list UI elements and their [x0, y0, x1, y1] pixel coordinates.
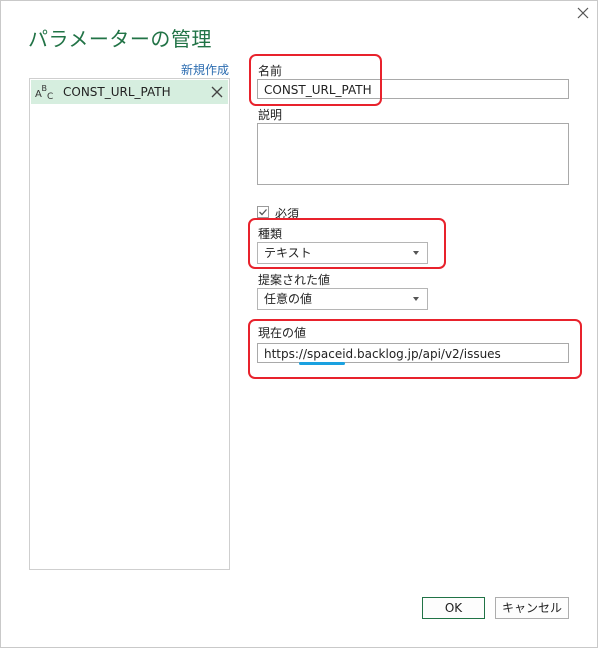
abc-icon: A B C: [35, 84, 53, 101]
type-select[interactable]: テキスト: [257, 242, 428, 264]
description-label: 説明: [258, 108, 283, 122]
close-icon[interactable]: [573, 3, 593, 23]
chevron-down-icon: [413, 251, 419, 255]
suggested-values-select-value: 任意の値: [264, 292, 313, 306]
current-value-input[interactable]: https://spaceid.backlog.jp/api/v2/issues: [257, 343, 569, 363]
ok-button[interactable]: OK: [422, 597, 485, 619]
name-label: 名前: [258, 64, 283, 78]
check-icon: [259, 209, 267, 216]
current-value-label: 現在の値: [258, 326, 307, 340]
type-select-value: テキスト: [264, 246, 312, 260]
manage-parameters-dialog: パラメーターの管理 新規作成 A B C CONST_URL_PATH 名前 C…: [0, 0, 598, 648]
suggested-values-select[interactable]: 任意の値: [257, 288, 428, 310]
required-checkbox[interactable]: [257, 206, 269, 218]
new-parameter-link[interactable]: 新規作成: [181, 61, 229, 78]
parameter-list: A B C CONST_URL_PATH: [29, 78, 230, 570]
list-item-label: CONST_URL_PATH: [63, 85, 171, 99]
name-input[interactable]: CONST_URL_PATH: [257, 79, 569, 99]
spellcheck-underline: [299, 362, 345, 365]
cancel-button[interactable]: キャンセル: [495, 597, 569, 619]
description-field[interactable]: [257, 123, 569, 185]
type-label: 種類: [258, 227, 283, 241]
dialog-title: パラメーターの管理: [28, 27, 212, 51]
svg-text:C: C: [47, 92, 53, 101]
delete-icon[interactable]: [211, 86, 223, 98]
suggested-values-label: 提案された値: [258, 273, 331, 287]
chevron-down-icon: [413, 297, 419, 301]
list-item[interactable]: A B C CONST_URL_PATH: [31, 80, 228, 104]
required-label: 必須: [275, 207, 300, 221]
